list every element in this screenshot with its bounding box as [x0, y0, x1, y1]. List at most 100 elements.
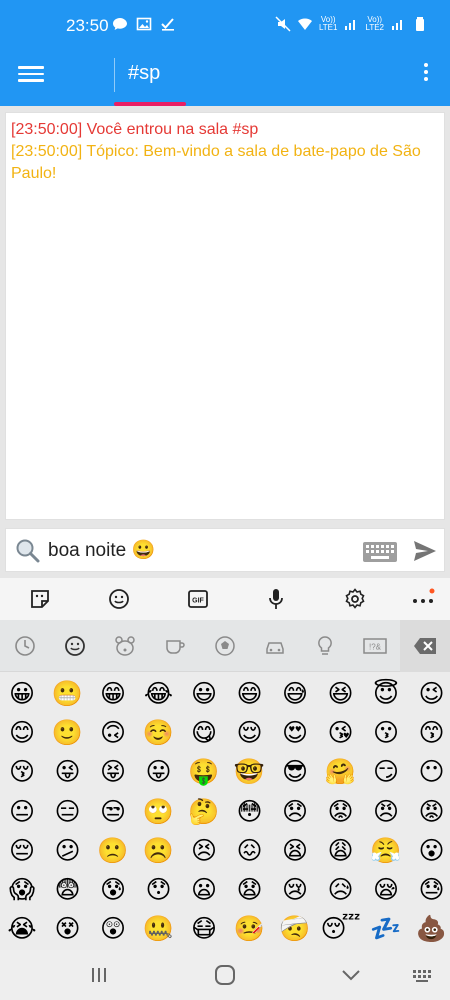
emoji-key[interactable]: 😟 [321, 794, 361, 830]
emoji-key[interactable]: 😩 [321, 833, 361, 869]
emoji-key[interactable]: 😭 [2, 911, 42, 947]
emoji-key[interactable]: 😶 [412, 754, 450, 790]
emoji-key[interactable]: 😘 [321, 715, 361, 751]
emoji-key[interactable]: 😠 [366, 794, 406, 830]
emoji-key[interactable]: 😵 [48, 911, 88, 947]
tab-channel-sp[interactable]: #sp [114, 42, 186, 106]
emoji-key[interactable]: 😨 [48, 872, 88, 908]
animal-icon[interactable] [111, 632, 139, 660]
emoji-key[interactable]: 😛 [139, 754, 179, 790]
keyboard-icon[interactable] [362, 541, 398, 563]
sport-icon[interactable] [211, 632, 239, 660]
emoji-key[interactable]: 😋 [184, 715, 224, 751]
emoji-key[interactable]: 😗 [366, 715, 406, 751]
home-icon[interactable] [212, 962, 238, 988]
chat-log[interactable]: [23:50:00] Você entrou na sala #sp [23:5… [5, 112, 445, 520]
image-icon [136, 17, 152, 31]
keyboard-switch-icon[interactable] [410, 962, 436, 988]
emoji-key[interactable]: 😥 [321, 872, 361, 908]
recent-apps-icon[interactable] [86, 962, 112, 988]
emoji-key[interactable]: 😢 [275, 872, 315, 908]
emoji-key[interactable]: 😓 [412, 872, 450, 908]
emoji-key[interactable]: 🤕 [275, 911, 315, 947]
emoji-key[interactable]: 😴 [321, 911, 361, 947]
send-button[interactable] [412, 539, 438, 563]
recent-icon[interactable] [11, 632, 39, 660]
emoji-key[interactable]: 😪 [366, 872, 406, 908]
emoji-key[interactable]: 🤐 [139, 911, 179, 947]
emoji-key[interactable]: 😕 [48, 833, 88, 869]
emoji-key[interactable]: 😝 [93, 754, 133, 790]
emoji-key[interactable]: 😊 [2, 715, 42, 751]
emoji-key[interactable]: 😇 [366, 676, 406, 712]
emoji-key[interactable]: 😬 [48, 676, 88, 712]
emoji-key[interactable]: 😤 [366, 833, 406, 869]
emoji-key[interactable]: 🙂 [48, 715, 88, 751]
emoji-key[interactable]: 😀 [2, 676, 42, 712]
emoji-key[interactable]: 😰 [93, 872, 133, 908]
more-icon[interactable] [410, 586, 436, 612]
emoji-key[interactable]: 🤒 [230, 911, 270, 947]
emoji-key[interactable]: 😑 [48, 794, 88, 830]
emoji-key[interactable]: 😦 [184, 872, 224, 908]
backspace-button[interactable] [400, 620, 450, 672]
smiley-icon[interactable] [61, 632, 89, 660]
emoji-key[interactable]: 😉 [412, 676, 450, 712]
emoji-key[interactable]: 😃 [184, 676, 224, 712]
emoji-key[interactable]: 🤗 [321, 754, 361, 790]
emoji-key[interactable]: 😡 [412, 794, 450, 830]
emoji-icon[interactable] [106, 586, 132, 612]
emoji-key[interactable]: 😞 [275, 794, 315, 830]
emoji-key[interactable]: 😏 [366, 754, 406, 790]
emoji-key[interactable]: 😅 [275, 676, 315, 712]
emoji-key[interactable]: 😣 [184, 833, 224, 869]
emoji-key[interactable]: 😙 [412, 715, 450, 751]
emoji-key[interactable]: 😍 [275, 715, 315, 751]
emoji-key[interactable]: ☹️ [139, 833, 179, 869]
battery-icon [416, 17, 424, 31]
emoji-key[interactable]: 😁 [93, 676, 133, 712]
emoji-key[interactable]: 🤓 [230, 754, 270, 790]
sticker-icon[interactable] [27, 586, 53, 612]
emoji-key[interactable]: 😫 [275, 833, 315, 869]
emoji-key[interactable]: 😖 [230, 833, 270, 869]
backspace-icon [414, 638, 436, 654]
object-icon[interactable] [311, 632, 339, 660]
emoji-key[interactable]: 🤑 [184, 754, 224, 790]
emoji-key[interactable]: 😄 [230, 676, 270, 712]
emoji-key[interactable]: 😒 [93, 794, 133, 830]
emoji-key[interactable]: 🙄 [139, 794, 179, 830]
settings-icon[interactable] [342, 586, 368, 612]
emoji-key[interactable]: 😚 [2, 754, 42, 790]
overflow-menu-button[interactable] [418, 60, 434, 88]
emoji-key[interactable]: 💩 [412, 911, 450, 947]
emoji-key[interactable]: 😌 [230, 715, 270, 751]
back-icon[interactable] [338, 962, 364, 988]
message-input[interactable]: boa noite 😀 [48, 538, 155, 562]
emoji-key[interactable]: ☺️ [139, 715, 179, 751]
emoji-key[interactable]: 😱 [2, 872, 42, 908]
emoji-key[interactable]: 😆 [321, 676, 361, 712]
emoji-key[interactable]: 😂 [139, 676, 179, 712]
emoji-key[interactable]: 😮 [412, 833, 450, 869]
emoji-key[interactable]: 🙁 [93, 833, 133, 869]
emoji-key[interactable]: 💤 [366, 911, 406, 947]
gif-icon[interactable]: GIF [185, 586, 211, 612]
emoji-key[interactable]: 😔 [2, 833, 42, 869]
food-icon[interactable] [161, 632, 189, 660]
emoji-key[interactable]: 😐 [2, 794, 42, 830]
symbol-icon[interactable]: !?& [361, 632, 389, 660]
microphone-icon[interactable] [263, 586, 289, 612]
sim2-network: LTE2 [365, 23, 384, 32]
emoji-key[interactable]: 😷 [184, 911, 224, 947]
emoji-key[interactable]: 😧 [230, 872, 270, 908]
emoji-key[interactable]: 😎 [275, 754, 315, 790]
emoji-key[interactable]: 🙃 [93, 715, 133, 751]
travel-icon[interactable] [261, 632, 289, 660]
emoji-key[interactable]: 😜 [48, 754, 88, 790]
emoji-key[interactable]: 😲 [93, 911, 133, 947]
menu-button[interactable] [18, 62, 44, 86]
emoji-key[interactable]: 🤔 [184, 794, 224, 830]
emoji-key[interactable]: 😳 [230, 794, 270, 830]
emoji-key[interactable]: 😯 [139, 872, 179, 908]
